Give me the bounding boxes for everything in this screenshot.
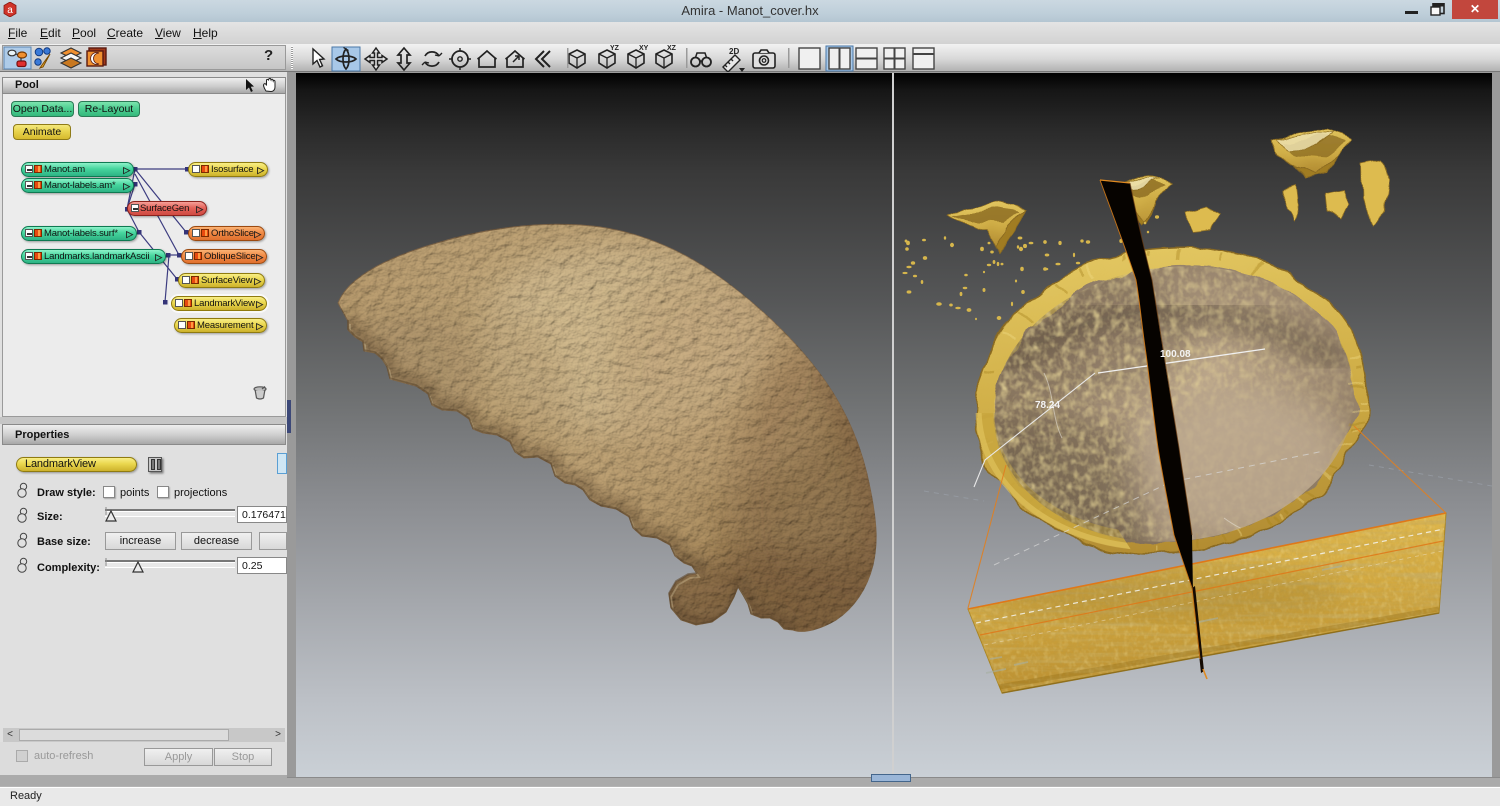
- svg-text:100.08: 100.08: [1160, 349, 1191, 360]
- svg-text:YZ: YZ: [610, 45, 620, 52]
- svg-text:78.24: 78.24: [1035, 400, 1060, 411]
- svg-text:XY: XY: [639, 45, 649, 52]
- svg-text:2D: 2D: [729, 47, 739, 56]
- svg-text:XZ: XZ: [667, 45, 677, 52]
- svg-text:a: a: [7, 5, 13, 16]
